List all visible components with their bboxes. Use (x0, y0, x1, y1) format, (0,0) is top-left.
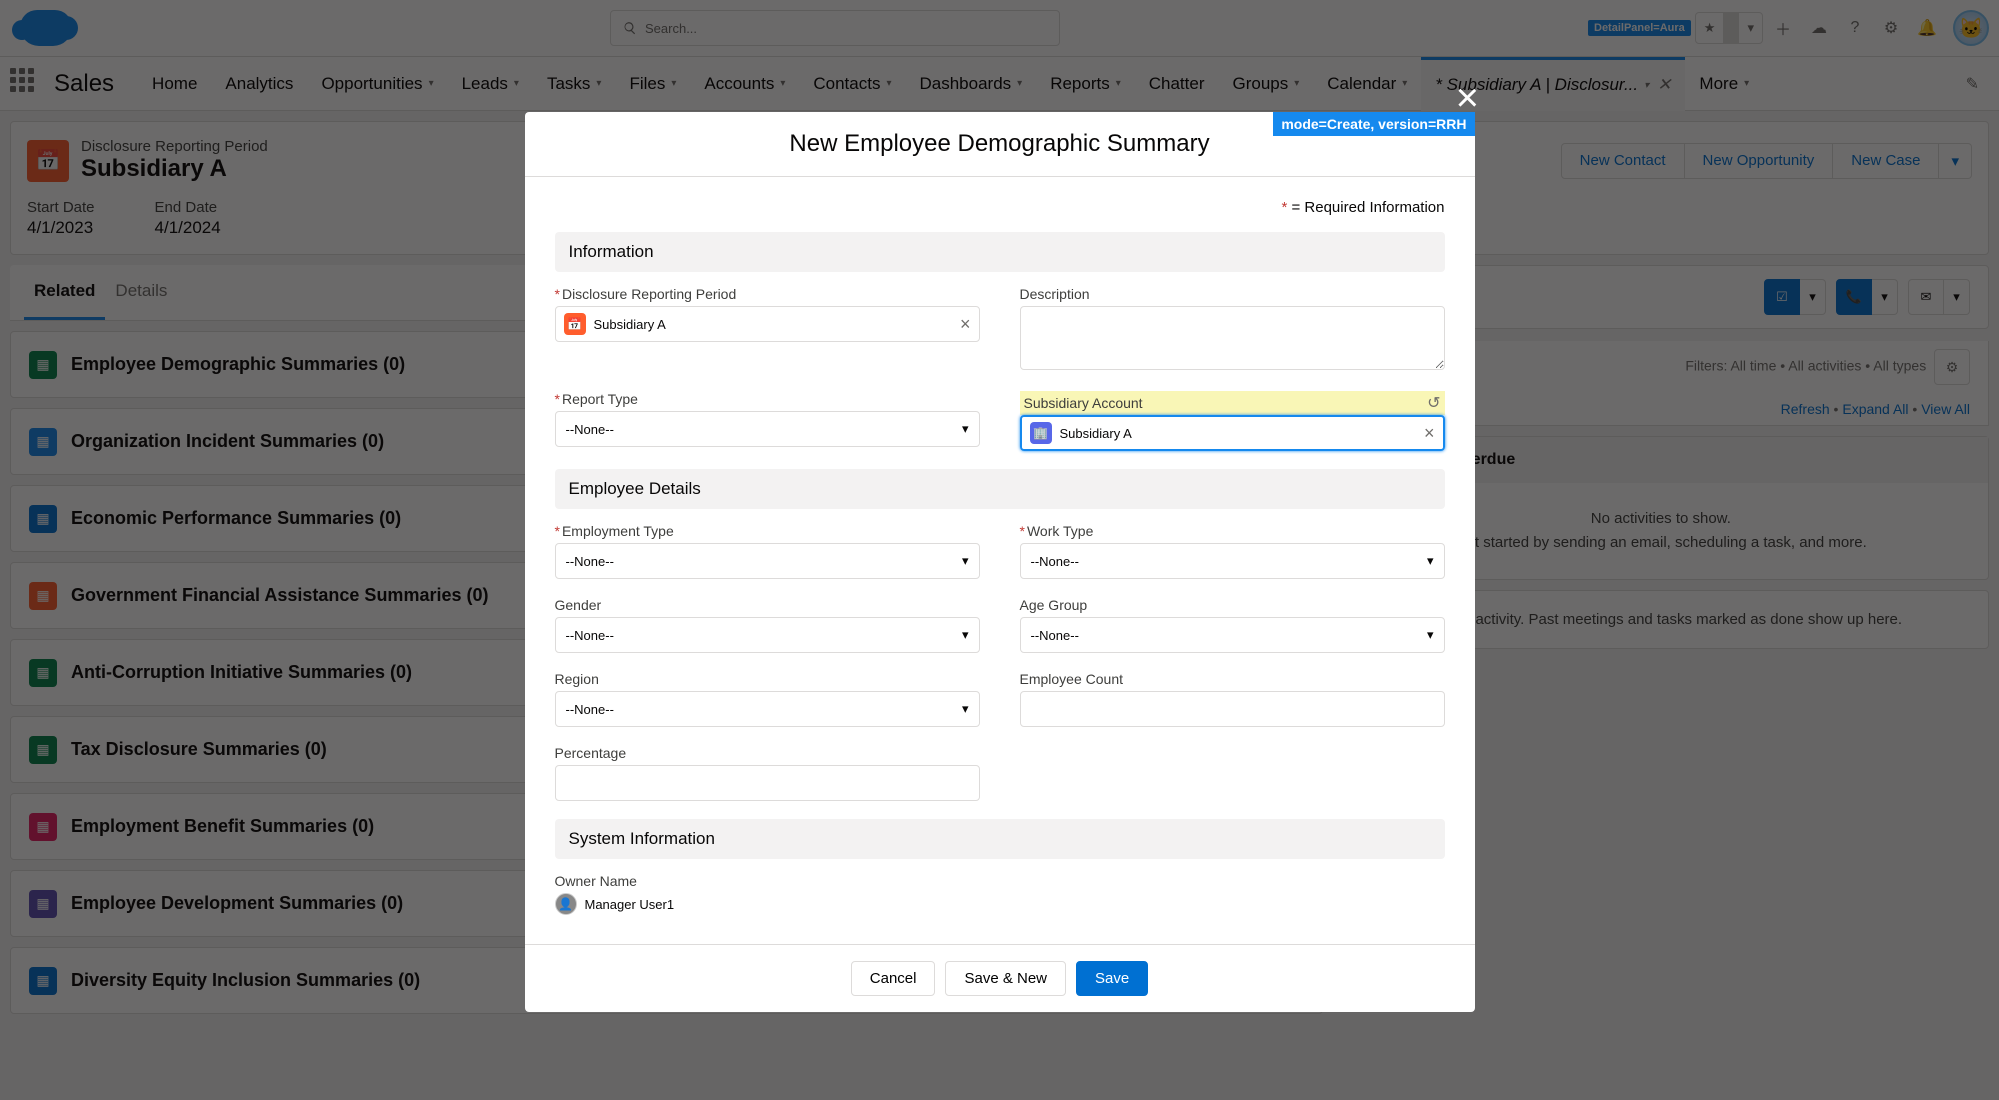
chevron-down-icon: ▾ (962, 421, 969, 437)
account-icon: 🏢 (1030, 422, 1052, 444)
section-system: System Information (555, 819, 1445, 859)
owner-name-value: Manager User1 (585, 897, 675, 912)
percentage-label: Percentage (555, 745, 980, 761)
save-button[interactable]: Save (1076, 961, 1148, 996)
modal-overlay: × mode=Create, version=RRH New Employee … (0, 0, 1999, 1100)
age-group-label: Age Group (1020, 597, 1445, 613)
section-information: Information (555, 232, 1445, 272)
owner-name-label: Owner Name (555, 873, 980, 889)
employment-type-label: *Employment Type (555, 523, 980, 539)
description-label: Description (1020, 286, 1445, 302)
owner-name-row: 👤 Manager User1 (555, 893, 980, 915)
percentage-input[interactable] (555, 765, 980, 801)
work-type-select[interactable]: --None--▾ (1020, 543, 1445, 579)
drp-label: *Disclosure Reporting Period (555, 286, 980, 302)
save-and-new-button[interactable]: Save & New (945, 961, 1066, 996)
drp-value: Subsidiary A (594, 317, 666, 332)
work-type-label: *Work Type (1020, 523, 1445, 539)
required-info-legend: * = Required Information (555, 189, 1445, 226)
modal-footer: Cancel Save & New Save (525, 944, 1475, 1012)
undo-icon[interactable]: ↺ (1427, 393, 1440, 413)
employee-count-input[interactable] (1020, 691, 1445, 727)
chevron-down-icon: ▾ (1427, 553, 1434, 569)
age-group-select[interactable]: --None--▾ (1020, 617, 1445, 653)
gender-select[interactable]: --None--▾ (555, 617, 980, 653)
modal-body: * = Required Information Information *Di… (525, 177, 1475, 944)
clear-drp-icon[interactable]: × (960, 314, 971, 335)
report-type-select[interactable]: --None--▾ (555, 411, 980, 447)
clear-account-icon[interactable]: × (1424, 423, 1435, 444)
calendar-icon: 📅 (564, 313, 586, 335)
gender-label: Gender (555, 597, 980, 613)
description-input[interactable] (1020, 306, 1445, 370)
mode-badge: mode=Create, version=RRH (1273, 112, 1474, 136)
chevron-down-icon: ▾ (962, 553, 969, 569)
subsidiary-account-label: Subsidiary Account (1024, 395, 1143, 411)
chevron-down-icon: ▾ (962, 627, 969, 643)
new-record-modal: mode=Create, version=RRH New Employee De… (525, 112, 1475, 1012)
chevron-down-icon: ▾ (1427, 627, 1434, 643)
section-employee: Employee Details (555, 469, 1445, 509)
chevron-down-icon: ▾ (962, 701, 969, 717)
drp-lookup[interactable]: 📅 Subsidiary A × (555, 306, 980, 342)
cancel-button[interactable]: Cancel (851, 961, 936, 996)
employment-type-select[interactable]: --None--▾ (555, 543, 980, 579)
region-select[interactable]: --None--▾ (555, 691, 980, 727)
employee-count-label: Employee Count (1020, 671, 1445, 687)
report-type-label: *Report Type (555, 391, 980, 407)
owner-avatar-icon: 👤 (555, 893, 577, 915)
region-label: Region (555, 671, 980, 687)
subsidiary-account-lookup[interactable]: 🏢 Subsidiary A × (1020, 415, 1445, 451)
subsidiary-account-value: Subsidiary A (1060, 426, 1132, 441)
